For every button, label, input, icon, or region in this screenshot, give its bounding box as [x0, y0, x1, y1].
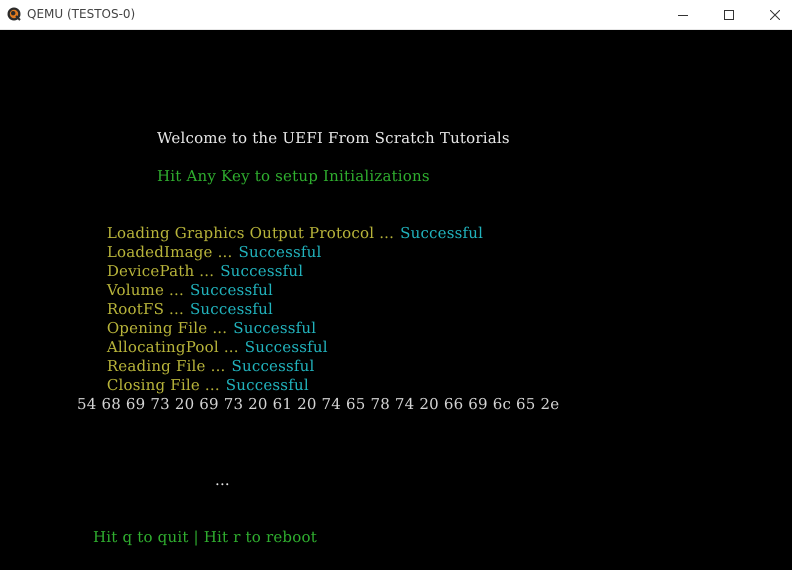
- close-button[interactable]: [752, 0, 792, 29]
- maximize-icon: [724, 9, 734, 20]
- step-line: Reading File ... Successful: [77, 338, 315, 375]
- quit-reboot-hint: Hit q to quit | Hit r to reboot: [93, 528, 317, 546]
- step-line: Closing File ... Successful: [77, 357, 309, 394]
- step-line: LoadedImage ... Successful: [77, 224, 322, 261]
- qemu-icon: [7, 6, 21, 21]
- loading-ellipsis: ...: [215, 471, 230, 489]
- step-line: DevicePath ... Successful: [77, 243, 303, 280]
- qemu-window: QEMU (TESTOS-0) Welcome to the UEFI From…: [0, 0, 792, 570]
- step-status: Successful: [400, 224, 484, 242]
- minimize-icon: [678, 10, 688, 20]
- minimize-button[interactable]: [660, 0, 706, 29]
- title-bar[interactable]: QEMU (TESTOS-0): [0, 0, 792, 30]
- vm-display[interactable]: Welcome to the UEFI From Scratch Tutoria…: [0, 30, 792, 570]
- step-line: Opening File ... Successful: [77, 300, 316, 337]
- step-line: Volume ... Successful: [77, 262, 273, 299]
- step-line: AllocatingPool ... Successful: [77, 319, 328, 356]
- maximize-button[interactable]: [706, 0, 752, 29]
- any-key-prompt: Hit Any Key to setup Initializations: [157, 167, 430, 185]
- step-label: Closing File ...: [106, 376, 220, 394]
- close-icon: [770, 9, 780, 20]
- hex-dump: 54 68 69 73 20 69 73 20 61 20 74 65 78 7…: [77, 395, 560, 413]
- step-line: RootFS ... Successful: [77, 281, 273, 318]
- step-status: Successful: [225, 376, 309, 394]
- window-title: QEMU (TESTOS-0): [27, 7, 136, 21]
- welcome-banner: Welcome to the UEFI From Scratch Tutoria…: [157, 129, 510, 147]
- step-line: Loading Graphics Output Protocol ... Succ…: [77, 205, 483, 242]
